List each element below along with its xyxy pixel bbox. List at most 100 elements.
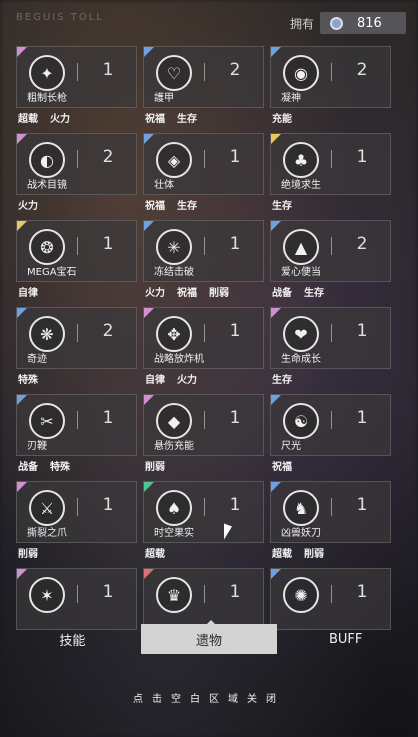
- relic-count: 1: [102, 495, 114, 515]
- relic-name: MEGA宝石: [27, 267, 77, 278]
- relic-tags: 自律 火力: [145, 371, 197, 386]
- rarity-corner: [271, 308, 281, 318]
- relic-count: 1: [356, 408, 368, 428]
- relic-count: 2: [356, 234, 368, 254]
- rarity-corner: [144, 482, 154, 492]
- relic-tags: 祝福 生存: [145, 110, 197, 125]
- blade-icon: ✂: [29, 403, 65, 439]
- relic-item[interactable]: ⚔ 1 撕裂之爪 削弱: [16, 481, 137, 568]
- close-hint[interactable]: 点击空白区域关闭: [0, 690, 418, 705]
- relic-count: 1: [356, 495, 368, 515]
- relic-tag: 火力: [145, 288, 165, 299]
- relic-tag: 自律: [18, 288, 38, 299]
- relic-item[interactable]: ♣ 1 绝境求生 生存: [270, 133, 391, 220]
- relic-tags: 自律: [18, 284, 38, 299]
- miracle-icon: ❋: [29, 316, 65, 352]
- divider: [77, 324, 78, 342]
- relic-name: 護甲: [154, 93, 174, 104]
- relic-item[interactable]: ❋ 2 奇迹 特殊: [16, 307, 137, 394]
- relic-card[interactable]: ♣ 1 绝境求生: [270, 133, 391, 195]
- relic-card[interactable]: ✺ 1: [270, 568, 391, 630]
- relic-item[interactable]: ◆ 1 悬伤充能 削弱: [143, 394, 264, 481]
- relic-name: 凝神: [281, 93, 301, 104]
- rarity-corner: [271, 569, 281, 579]
- relic-item[interactable]: ♡ 2 護甲祝福 生存: [143, 46, 264, 133]
- divider: [77, 237, 78, 255]
- relic-card[interactable]: ❂ 1 MEGA宝石: [16, 220, 137, 282]
- relic-tags: 火力 祝福 削弱: [145, 284, 229, 299]
- relic-tags: 战备 特殊: [18, 458, 70, 473]
- rarity-corner: [271, 134, 281, 144]
- relic-card[interactable]: ♡ 2 護甲: [143, 46, 264, 108]
- currency-amount: 816: [357, 15, 382, 31]
- shield-icon: ♡: [156, 55, 192, 91]
- relic-tags: 超载 削弱: [272, 545, 324, 560]
- rarity-corner: [144, 308, 154, 318]
- divider: [204, 237, 205, 255]
- tab-relics[interactable]: 遗物: [140, 624, 278, 654]
- tab-buff[interactable]: BUFF: [277, 624, 414, 654]
- relic-item[interactable]: ✥ 1 战略放炸机 自律 火力: [143, 307, 264, 394]
- rarity-corner: [17, 221, 27, 231]
- relic-item[interactable]: ♞ 1 凶兽妖刀超载 削弱: [270, 481, 391, 568]
- relic-card[interactable]: ◈ 1 壮体: [143, 133, 264, 195]
- relic-item[interactable]: ▲ 2 爱心便当 战备 生存: [270, 220, 391, 307]
- relic-count: 1: [102, 408, 114, 428]
- relic-card[interactable]: ✳ 1 冻结击破: [143, 220, 264, 282]
- mouse-cursor-icon: [224, 523, 232, 543]
- relic-card[interactable]: ♠ 1 时空果实: [143, 481, 264, 543]
- relic-count: 1: [356, 582, 368, 602]
- relic-card[interactable]: ☯ 1 尺光: [270, 394, 391, 456]
- relic-item[interactable]: ✳ 1 冻结击破火力 祝福 削弱: [143, 220, 264, 307]
- relic-card[interactable]: ◆ 1 悬伤充能: [143, 394, 264, 456]
- relic-count: 2: [102, 321, 114, 341]
- relic-item[interactable]: ✂ 1 刃鞭 战备 特殊: [16, 394, 137, 481]
- divider: [77, 585, 78, 603]
- relic-count: 1: [229, 321, 241, 341]
- relic-item[interactable]: ☯ 1 尺光 祝福: [270, 394, 391, 481]
- relic-item[interactable]: ❤ 1 生命成长 生存: [270, 307, 391, 394]
- rarity-corner: [144, 221, 154, 231]
- relic-name: 奇迹: [27, 354, 47, 365]
- relic-item[interactable]: ❂ 1 MEGA宝石自律: [16, 220, 137, 307]
- relic-card[interactable]: ✦ 1 粗制长枪: [16, 46, 137, 108]
- relic-name: 壮体: [154, 180, 174, 191]
- relic-item[interactable]: ◐ 2 战术目镜 火力: [16, 133, 137, 220]
- relic-card[interactable]: ♞ 1 凶兽妖刀: [270, 481, 391, 543]
- relic-item[interactable]: ◉ 2 凝神 充能: [270, 46, 391, 133]
- divider: [77, 63, 78, 81]
- relic-card[interactable]: ✶ 1: [16, 568, 137, 630]
- relic-item[interactable]: ♠ 1 时空果实 超载: [143, 481, 264, 568]
- relic-card[interactable]: ▲ 2 爱心便当: [270, 220, 391, 282]
- relic-card[interactable]: ✂ 1 刃鞭: [16, 394, 137, 456]
- spear-icon: ✦: [29, 55, 65, 91]
- rarity-corner: [271, 395, 281, 405]
- relic-card[interactable]: ✥ 1 战略放炸机: [143, 307, 264, 369]
- rarity-corner: [144, 395, 154, 405]
- divider: [204, 585, 205, 603]
- relic-item[interactable]: ✦ 1 粗制长枪 超载 火力: [16, 46, 137, 133]
- spiral-icon: ✺: [283, 577, 319, 613]
- rarity-corner: [17, 47, 27, 57]
- charge-icon: ◆: [156, 403, 192, 439]
- relic-card[interactable]: ◉ 2 凝神: [270, 46, 391, 108]
- crown-icon: ♛: [156, 577, 192, 613]
- relic-tag: 生存: [177, 201, 197, 212]
- relic-tag: 超载: [272, 549, 292, 560]
- relic-name: 战略放炸机: [154, 354, 204, 365]
- relic-tag: 超载: [18, 114, 38, 125]
- rarity-corner: [17, 482, 27, 492]
- relic-card[interactable]: ♛ 1: [143, 568, 264, 630]
- relic-card[interactable]: ❤ 1 生命成长: [270, 307, 391, 369]
- relic-card[interactable]: ❋ 2 奇迹: [16, 307, 137, 369]
- relic-name: 爱心便当: [281, 267, 321, 278]
- divider: [331, 150, 332, 168]
- relic-item[interactable]: ◈ 1 壮体 祝福 生存: [143, 133, 264, 220]
- relic-count: 1: [229, 495, 241, 515]
- relic-count: 1: [229, 582, 241, 602]
- tab-skills[interactable]: 技能: [4, 624, 141, 654]
- relic-card[interactable]: ◐ 2 战术目镜: [16, 133, 137, 195]
- relic-card[interactable]: ⚔ 1 撕裂之爪: [16, 481, 137, 543]
- relic-count: 2: [356, 60, 368, 80]
- relic-name: 粗制长枪: [27, 93, 67, 104]
